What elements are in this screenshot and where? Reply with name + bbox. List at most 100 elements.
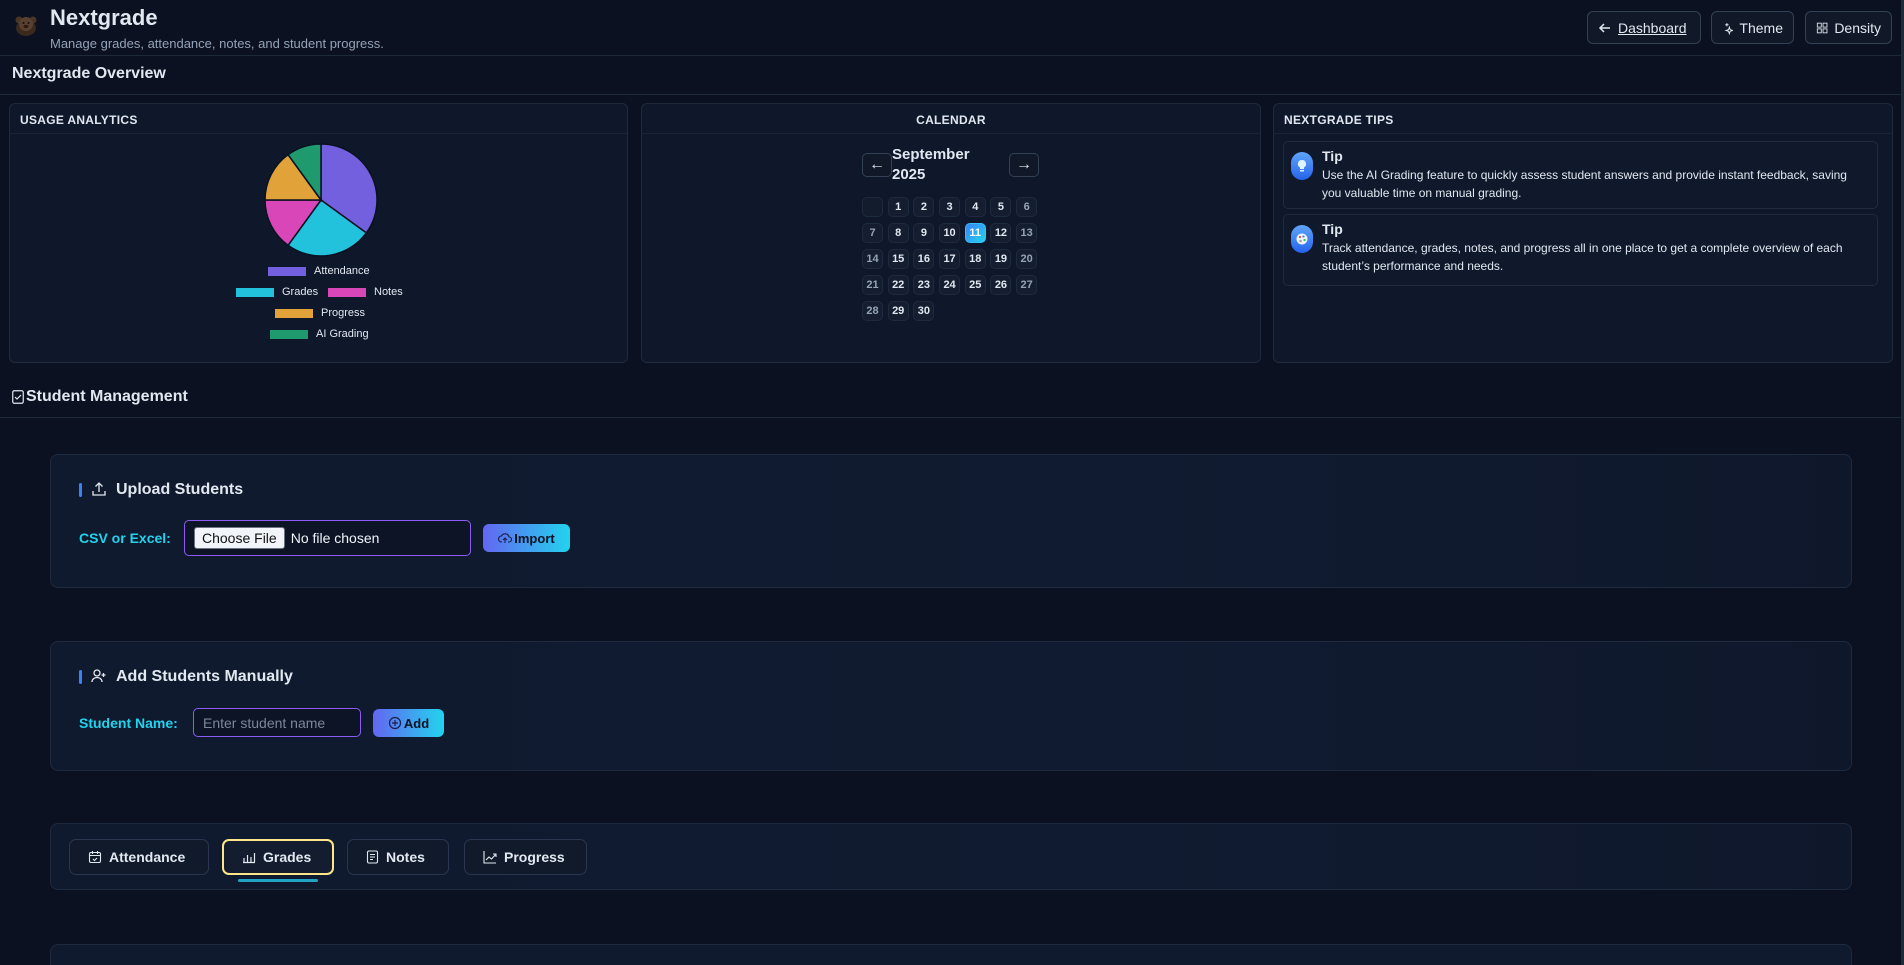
calendar-grid: 1 2 3 4 5 6 7 8 9 10 11 12 13 14 15 16 17 18 19 20 21 22 23 24 2… bbox=[862, 197, 1038, 321]
calendar-day[interactable]: 30 bbox=[913, 301, 935, 321]
calendar-day[interactable]: 16 bbox=[913, 249, 935, 269]
calendar-year: 2025 bbox=[892, 166, 926, 183]
upload-icon bbox=[92, 482, 106, 496]
panel-accent-bar bbox=[79, 483, 82, 497]
calendar-day[interactable]: 3 bbox=[939, 197, 961, 217]
density-label: Density bbox=[1834, 19, 1881, 36]
calendar-month: September bbox=[892, 146, 970, 163]
checklist-icon bbox=[12, 390, 24, 404]
import-label: Import bbox=[514, 530, 555, 546]
density-button[interactable]: Density bbox=[1805, 11, 1892, 44]
calendar-day[interactable]: 10 bbox=[939, 223, 961, 243]
palette-icon bbox=[1291, 225, 1313, 253]
lightbulb-icon bbox=[1291, 152, 1313, 180]
usage-pie-chart bbox=[264, 143, 378, 257]
tip-text-1: Use the AI Grading feature to quickly as… bbox=[1322, 168, 1847, 200]
calendar-day[interactable]: 4 bbox=[964, 197, 986, 217]
add-students-panel: Add Students Manually Student Name: Add bbox=[50, 641, 1852, 771]
grades-content-panel bbox=[50, 944, 1852, 965]
app-title: Nextgrade bbox=[50, 5, 158, 30]
legend-label: Attendance bbox=[314, 265, 370, 277]
app-header: Nextgrade Manage grades, attendance, not… bbox=[0, 0, 1904, 56]
arrow-left-icon bbox=[1598, 22, 1610, 33]
calendar-next-button[interactable]: → bbox=[1009, 153, 1039, 177]
legend-swatch bbox=[270, 329, 308, 339]
calendar-day[interactable]: 29 bbox=[887, 301, 909, 321]
panel-accent-bar bbox=[79, 670, 82, 684]
legend-swatch bbox=[268, 266, 306, 276]
calendar-day[interactable]: 24 bbox=[939, 275, 961, 295]
calendar-day[interactable]: 2 bbox=[913, 197, 935, 217]
tips-title: NEXTGRADE TIPS bbox=[1274, 104, 1892, 134]
calendar-day[interactable]: 27 bbox=[1016, 275, 1038, 295]
grid-layout-icon bbox=[1816, 22, 1828, 33]
usage-analytics-title: USAGE ANALYTICS bbox=[10, 104, 627, 134]
calendar-day[interactable]: 21 bbox=[862, 275, 883, 295]
legend-item-progress: Progress bbox=[275, 307, 365, 319]
student-name-input[interactable] bbox=[193, 708, 361, 737]
calendar-day[interactable]: 12 bbox=[990, 223, 1012, 243]
dashboard-label: Dashboard bbox=[1618, 19, 1687, 36]
file-input[interactable]: Choose File No file chosen bbox=[184, 520, 471, 556]
calendar-day[interactable]: 19 bbox=[990, 249, 1012, 269]
calendar-day[interactable]: 14 bbox=[862, 249, 883, 269]
tab-progress[interactable]: Progress bbox=[464, 839, 587, 875]
add-user-icon bbox=[91, 669, 106, 683]
tip-card-2: Tip Track attendance, grades, notes, and… bbox=[1283, 214, 1878, 286]
tab-progress-label: Progress bbox=[504, 849, 565, 865]
import-button[interactable]: Import bbox=[483, 524, 570, 552]
tab-notes[interactable]: Notes bbox=[347, 839, 449, 875]
usage-analytics-card: USAGE ANALYTICS Attendance Grades Notes Pro… bbox=[9, 103, 628, 363]
calendar-day[interactable]: 23 bbox=[913, 275, 935, 295]
cloud-upload-icon bbox=[498, 533, 513, 543]
calendar-day[interactable]: 26 bbox=[990, 275, 1012, 295]
calendar-day[interactable]: 8 bbox=[887, 223, 909, 243]
legend-item-ai-grading: AI Grading bbox=[270, 328, 369, 340]
calendar-day[interactable]: 9 bbox=[913, 223, 935, 243]
calendar-card: CALENDAR ← September 2025 → 1 2 3 4 5 6 7 8 9 10 1… bbox=[641, 103, 1261, 363]
calendar-title: CALENDAR bbox=[642, 104, 1260, 134]
student-management-title: Student Management bbox=[26, 388, 188, 405]
calendar-day[interactable]: 6 bbox=[1016, 197, 1038, 217]
legend-swatch bbox=[236, 287, 274, 297]
legend-label: Grades bbox=[282, 286, 319, 298]
calendar-day[interactable]: 15 bbox=[887, 249, 909, 269]
upload-students-panel: Upload Students CSV or Excel: Choose Fil… bbox=[50, 454, 1852, 588]
sparkle-icon bbox=[1724, 22, 1734, 35]
calendar-day[interactable]: 7 bbox=[862, 223, 883, 243]
calendar-day[interactable]: 18 bbox=[964, 249, 986, 269]
legend-item-notes: Notes bbox=[328, 286, 403, 298]
add-student-button[interactable]: Add bbox=[373, 709, 444, 737]
legend-label: AI Grading bbox=[316, 328, 369, 340]
calendar-day[interactable]: 25 bbox=[964, 275, 986, 295]
legend-label: Progress bbox=[321, 307, 366, 319]
calendar-prev-button[interactable]: ← bbox=[862, 153, 892, 177]
csv-excel-label: CSV or Excel: bbox=[79, 530, 171, 546]
app-subtitle: Manage grades, attendance, notes, and st… bbox=[50, 36, 384, 51]
calendar-day[interactable]: 20 bbox=[1016, 249, 1038, 269]
tab-grades[interactable]: Grades bbox=[222, 839, 334, 875]
calendar-day[interactable]: 28 bbox=[862, 301, 883, 321]
student-management-bar: Student Management bbox=[0, 382, 1904, 418]
calendar-day[interactable]: 13 bbox=[1016, 223, 1038, 243]
calendar-today[interactable]: 11 bbox=[964, 223, 986, 243]
calendar-day[interactable]: 17 bbox=[939, 249, 961, 269]
legend-item-grades: Grades bbox=[236, 286, 318, 298]
upload-students-title: Upload Students bbox=[116, 481, 244, 498]
dashboard-button[interactable]: Dashboard bbox=[1587, 11, 1701, 44]
add-students-title: Add Students Manually bbox=[116, 668, 293, 685]
calendar-day[interactable]: 1 bbox=[887, 197, 909, 217]
add-label: Add bbox=[403, 715, 430, 731]
overview-bar: Nextgrade Overview bbox=[0, 56, 1904, 95]
calendar-day[interactable]: 5 bbox=[990, 197, 1012, 217]
calendar-blank-day bbox=[862, 197, 883, 217]
trend-up-icon bbox=[483, 851, 497, 864]
choose-file-button[interactable]: Choose File bbox=[194, 527, 285, 549]
tab-notes-label: Notes bbox=[386, 849, 425, 865]
tab-attendance[interactable]: Attendance bbox=[69, 839, 209, 875]
theme-button[interactable]: Theme bbox=[1711, 11, 1794, 44]
plus-circle-icon bbox=[388, 716, 401, 730]
legend-swatch bbox=[275, 308, 313, 318]
legend-item-attendance: Attendance bbox=[268, 265, 370, 277]
calendar-day[interactable]: 22 bbox=[887, 275, 909, 295]
